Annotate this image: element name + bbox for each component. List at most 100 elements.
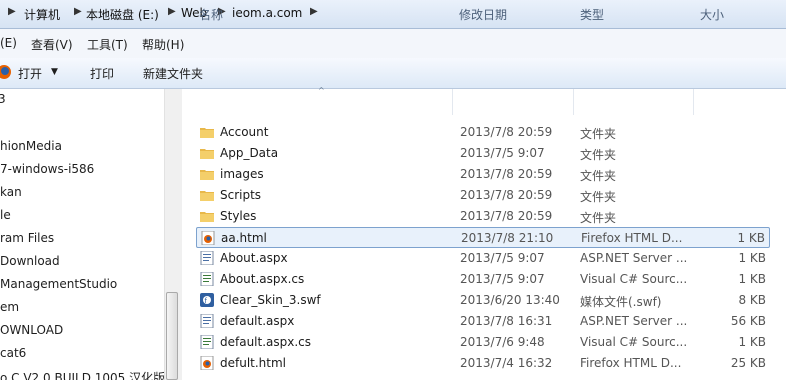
file-row[interactable]: default.aspx.cs 2013/7/6 9:48 Visual C# So… <box>196 332 770 353</box>
file-date: 2013/7/8 20:59 <box>460 209 553 223</box>
chevron-right-icon[interactable]: ▶ <box>168 6 176 17</box>
file-row[interactable]: Account 2013/7/8 20:59 文件夹 <box>196 122 770 143</box>
file-name: About.aspx <box>220 251 288 265</box>
nav-item[interactable]: ram Files <box>0 231 54 245</box>
file-type: 媒体文件(.swf) <box>580 295 662 309</box>
menu-view[interactable]: 查看(V) <box>31 36 73 53</box>
firefox-html-icon <box>201 230 215 246</box>
column-header-type[interactable]: 类型 <box>580 6 604 23</box>
column-header-name[interactable]: 名称 <box>199 6 223 23</box>
breadcrumb-drive[interactable]: 本地磁盘 (E:) <box>86 6 159 23</box>
file-type: 文件夹 <box>580 190 617 204</box>
csharp-file-icon <box>200 271 214 287</box>
file-row[interactable]: Scripts 2013/7/8 20:59 文件夹 <box>196 185 770 206</box>
file-row[interactable]: images 2013/7/8 20:59 文件夹 <box>196 164 770 185</box>
aspx-file-icon <box>200 313 214 329</box>
nav-item[interactable]: 7-windows-i586 <box>0 162 94 176</box>
file-name: images <box>220 167 264 181</box>
file-row[interactable]: App_Data 2013/7/5 9:07 文件夹 <box>196 143 770 164</box>
breadcrumb-site[interactable]: ieom.a.com <box>232 6 302 20</box>
file-row[interactable]: About.aspx.cs 2013/7/5 9:07 Visual C# Sour… <box>196 269 770 290</box>
nav-item[interactable]: kan <box>0 185 22 199</box>
folder-icon <box>200 125 214 139</box>
folder-icon <box>200 167 214 181</box>
nav-item[interactable]: le <box>0 208 11 222</box>
menu-tools[interactable]: 工具(T) <box>87 36 128 53</box>
nav-scrollbar-thumb[interactable] <box>166 292 178 380</box>
csharp-file-icon <box>200 334 214 350</box>
column-divider[interactable] <box>452 89 453 115</box>
breadcrumb-computer[interactable]: 计算机 <box>24 6 60 23</box>
file-date: 2013/6/20 13:40 <box>460 293 560 307</box>
firefox-html-icon <box>200 355 214 371</box>
file-size: 1 KB <box>738 335 766 349</box>
sort-ascending-icon: ^ <box>318 86 325 95</box>
file-row[interactable]: aa.html 2013/7/8 21:10 Firefox HTML D... 1 … <box>196 227 770 248</box>
menu-edit[interactable]: (E) <box>0 36 17 50</box>
file-size: 1 KB <box>737 231 765 245</box>
nav-item[interactable]: o C V2.0 BUILD 1005 汉化版 <box>0 369 164 380</box>
column-header-size[interactable]: 大小 <box>700 6 724 23</box>
file-type: 文件夹 <box>580 127 617 141</box>
nav-item[interactable]: hionMedia <box>0 139 62 153</box>
address-bar[interactable]: ▶ 计算机 ▶ 本地磁盘 (E:) ▶ Web ▶ ieom.a.com ▶ <box>0 0 786 29</box>
file-date: 2013/7/5 9:07 <box>460 251 545 265</box>
dropdown-arrow-icon[interactable]: ▼ <box>51 67 58 77</box>
chevron-right-icon[interactable]: ▶ <box>74 6 82 17</box>
file-date: 2013/7/8 20:59 <box>460 188 553 202</box>
file-name: default.aspx.cs <box>220 335 312 349</box>
nav-item[interactable]: Download <box>0 254 60 268</box>
file-name: Styles <box>220 209 257 223</box>
nav-item[interactable]: 3 <box>0 92 6 106</box>
folder-icon <box>200 188 214 202</box>
file-row[interactable]: Styles 2013/7/8 20:59 文件夹 <box>196 206 770 227</box>
file-date: 2013/7/8 20:59 <box>460 125 553 139</box>
file-type: 文件夹 <box>580 211 617 225</box>
print-button[interactable]: 打印 <box>90 65 114 82</box>
file-date: 2013/7/8 21:10 <box>461 231 554 245</box>
file-type: Firefox HTML D... <box>580 356 682 370</box>
swf-file-icon: f <box>200 293 214 307</box>
column-divider[interactable] <box>573 89 574 115</box>
file-size: 8 KB <box>738 293 766 307</box>
file-date: 2013/7/6 9:48 <box>460 335 545 349</box>
open-button[interactable]: 打开 <box>18 65 42 82</box>
firefox-icon <box>0 65 11 79</box>
navigation-pane: 3 hionMedia 7-windows-i586 kan le ram Fi… <box>0 89 164 380</box>
folder-icon <box>200 209 214 223</box>
folder-icon <box>200 146 214 160</box>
nav-item[interactable]: cat6 <box>0 346 26 360</box>
file-size: 56 KB <box>730 314 766 328</box>
file-name: defult.html <box>220 356 287 370</box>
menu-help[interactable]: 帮助(H) <box>142 36 184 53</box>
nav-item[interactable]: em <box>0 300 19 314</box>
file-size: 1 KB <box>738 251 766 265</box>
file-row[interactable]: defult.html 2013/7/4 16:32 Firefox HTML D.… <box>196 353 770 374</box>
column-header-date[interactable]: 修改日期 <box>459 6 507 23</box>
file-row[interactable]: About.aspx 2013/7/5 9:07 ASP.NET Server ..… <box>196 248 770 269</box>
menu-bar: (E) 查看(V) 工具(T) 帮助(H) <box>0 29 786 59</box>
file-type: ASP.NET Server ... <box>580 251 688 265</box>
new-folder-button[interactable]: 新建文件夹 <box>143 65 203 82</box>
column-header-row <box>182 89 786 115</box>
aspx-file-icon <box>200 250 214 266</box>
file-name: Account <box>220 125 269 139</box>
file-date: 2013/7/5 9:07 <box>460 146 545 160</box>
file-name: default.aspx <box>220 314 295 328</box>
nav-item[interactable]: ManagementStudio <box>0 277 117 291</box>
file-date: 2013/7/8 16:31 <box>460 314 553 328</box>
file-type: Visual C# Sourc... <box>580 272 688 286</box>
file-row[interactable]: f Clear_Skin_3.swf 2013/6/20 13:40 媒体文件(.sw… <box>196 290 770 311</box>
column-divider[interactable] <box>693 89 694 115</box>
file-type: ASP.NET Server ... <box>580 314 688 328</box>
chevron-right-icon[interactable]: ▶ <box>8 6 16 17</box>
chevron-right-icon[interactable]: ▶ <box>310 6 318 17</box>
file-date: 2013/7/5 9:07 <box>460 272 545 286</box>
nav-item[interactable]: OWNLOAD <box>0 323 63 337</box>
file-size: 25 KB <box>730 356 766 370</box>
toolbar: 打开 ▼ 打印 新建文件夹 <box>0 58 786 89</box>
file-row[interactable]: default.aspx 2013/7/8 16:31 ASP.NET Server… <box>196 311 770 332</box>
file-name: aa.html <box>221 231 267 245</box>
file-type: 文件夹 <box>580 169 617 183</box>
file-date: 2013/7/8 20:59 <box>460 167 553 181</box>
